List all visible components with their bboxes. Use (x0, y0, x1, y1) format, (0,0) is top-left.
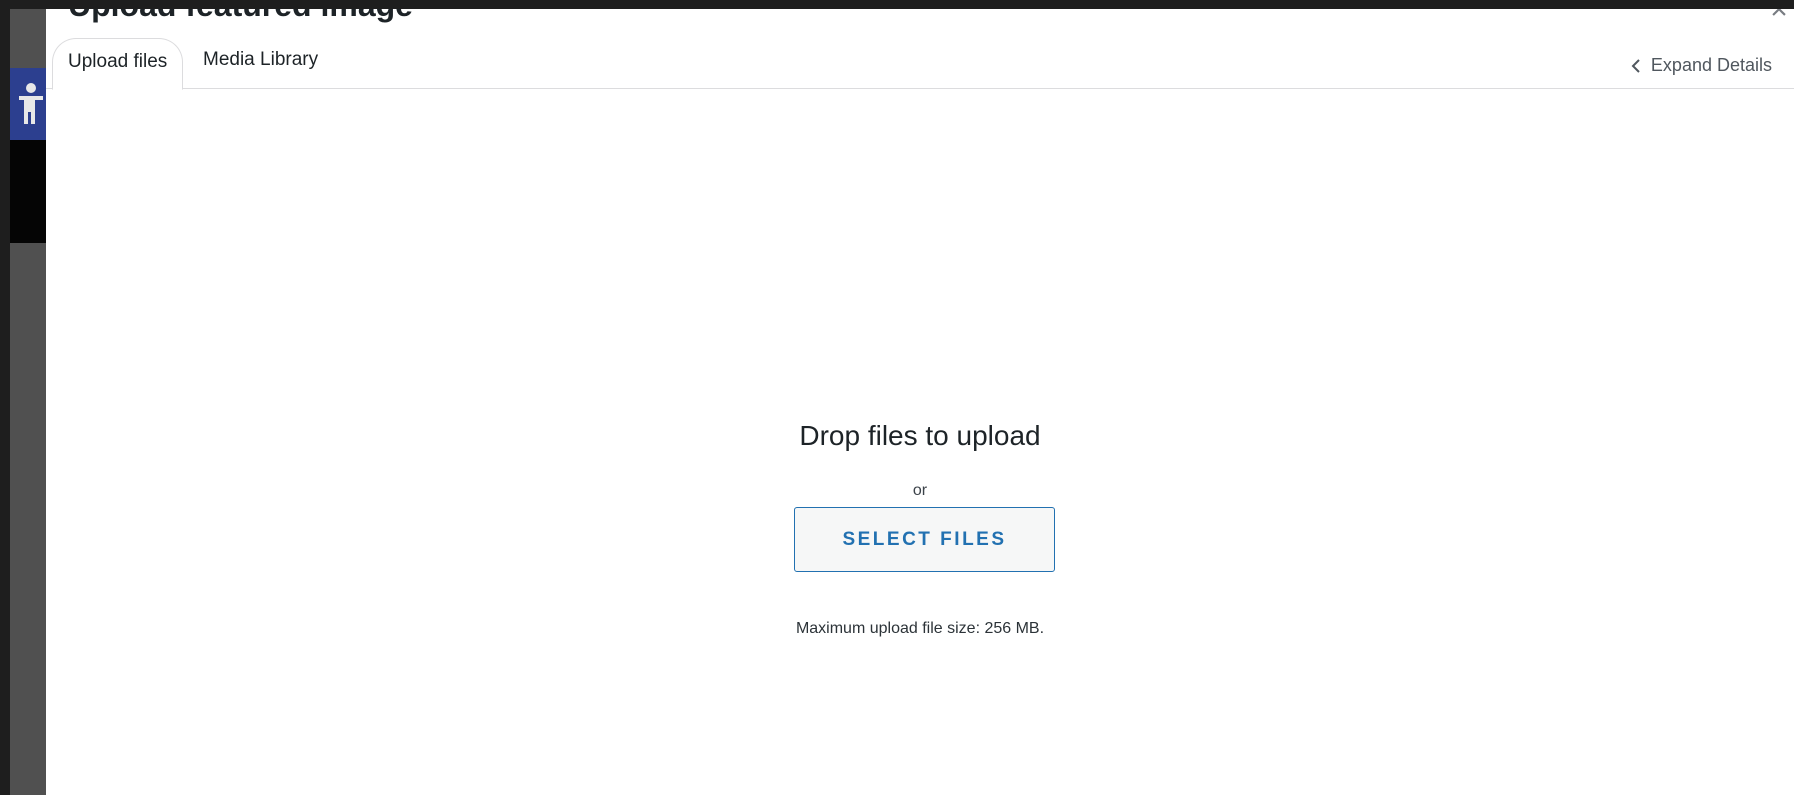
background-dark-block (10, 140, 46, 243)
expand-details-button[interactable]: Expand Details (1631, 55, 1772, 76)
media-router: Upload files Media Library Expand Detail… (46, 9, 1794, 90)
select-files-button[interactable]: SELECT FILES (794, 507, 1055, 572)
tab-media-library[interactable]: Media Library (188, 37, 333, 87)
drop-files-heading: Drop files to upload (799, 420, 1041, 451)
tab-upload-files[interactable]: Upload files (52, 38, 184, 90)
chevron-left-icon (1631, 58, 1640, 73)
accessibility-icon (19, 83, 43, 124)
max-upload-size-note: Maximum upload file size: 256 MB. (795, 620, 1045, 637)
accessibility-button[interactable] (10, 68, 46, 140)
media-modal: Upload featured image × Upload files Med… (46, 9, 1794, 795)
or-separator: or (912, 482, 928, 499)
top-strip (0, 0, 1794, 9)
expand-details-label: Expand Details (1650, 55, 1772, 75)
upload-drop-zone[interactable]: Drop files to upload or SELECT FILES Max… (46, 90, 1794, 795)
